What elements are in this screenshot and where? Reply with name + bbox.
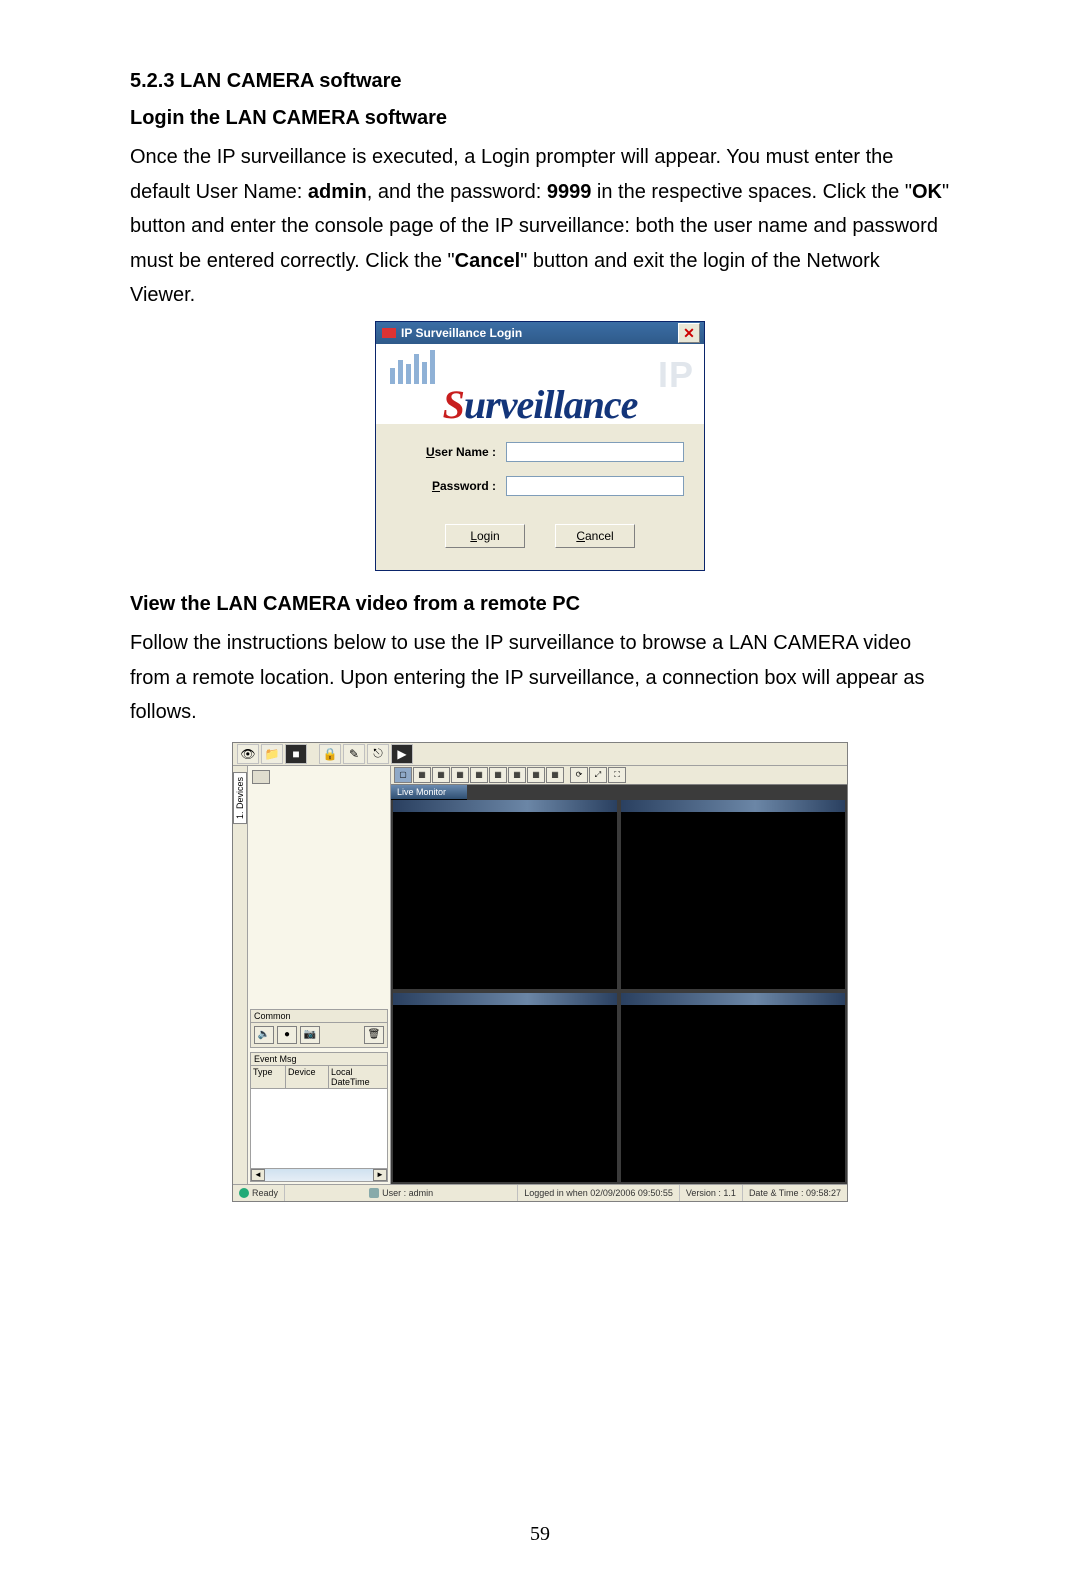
main-pane: ▢ ▦ ▦ ▦ ▦ ▦ ▦ ▦ ▦ ⟳ ⤢ ⛶ Live Monit: [391, 766, 847, 1184]
username-label: User Name :: [396, 445, 506, 459]
toolbar-tools-icon[interactable]: ✎: [343, 744, 365, 764]
layout-bar: ▢ ▦ ▦ ▦ ▦ ▦ ▦ ▦ ▦ ⟳ ⤢ ⛶: [391, 766, 847, 785]
event-msg-scrollbar[interactable]: ◄ ►: [251, 1168, 387, 1181]
banner-text: Surveillance: [443, 381, 638, 424]
side-tab[interactable]: 1. Devices: [233, 766, 248, 1184]
toolbar-logout-icon[interactable]: ⎋: [367, 744, 389, 764]
close-icon[interactable]: ✕: [678, 323, 700, 343]
cancel-button[interactable]: Cancel: [555, 524, 635, 548]
video-grid: [391, 800, 847, 1184]
ip-surveillance-app: 👁 📁 ■ 🔒 ✎ ⎋ ▶ 1. Devices Common: [232, 742, 848, 1202]
subheading-login: Login the LAN CAMERA software: [130, 107, 950, 130]
status-ready-icon: [239, 1188, 249, 1198]
video-cell-3[interactable]: [393, 993, 617, 1182]
titlebar-title: IP Surveillance Login: [401, 326, 678, 340]
common-record-icon[interactable]: ●: [277, 1026, 297, 1044]
event-msg-header: Type Device Local DateTime: [251, 1066, 387, 1089]
layout-1x1-icon[interactable]: ▢: [394, 767, 412, 783]
login-button[interactable]: Login: [445, 524, 525, 548]
statusbar: Ready User : admin Logged in when 02/09/…: [233, 1184, 847, 1201]
subheading-view-remote: View the LAN CAMERA video from a remote …: [130, 593, 950, 616]
layout-6-icon[interactable]: ▦: [470, 767, 488, 783]
video-cell-1[interactable]: [393, 800, 617, 989]
layout-full-icon[interactable]: ⛶: [608, 767, 626, 783]
layout-16-icon[interactable]: ▦: [546, 767, 564, 783]
layout-3x3-icon[interactable]: ▦: [432, 767, 450, 783]
layout-seq-icon[interactable]: ⟳: [570, 767, 588, 783]
banner-text-red: S: [443, 382, 464, 424]
banner-text-blue: urveillance: [464, 382, 637, 424]
user-icon: [369, 1188, 379, 1198]
app-icon: [382, 328, 396, 338]
para-view-instructions: Follow the instructions below to use the…: [130, 626, 950, 730]
layout-13-icon[interactable]: ▦: [527, 767, 545, 783]
text: in the respective spaces. Click the ": [591, 181, 912, 203]
toolbar-camera-icon[interactable]: ■: [285, 744, 307, 764]
col-localdatetime[interactable]: Local DateTime: [329, 1066, 387, 1088]
toolbar-eye-icon[interactable]: 👁: [237, 744, 259, 764]
status-logged-in: Logged in when 02/09/2006 09:50:55: [518, 1185, 680, 1201]
video-cell-titlebar: [621, 800, 845, 813]
section-heading-523: 5.2.3 LAN CAMERA software: [130, 70, 950, 93]
username-input[interactable]: [506, 442, 684, 462]
app-toolbar: 👁 📁 ■ 🔒 ✎ ⎋ ▶: [233, 743, 847, 766]
video-cell-4[interactable]: [621, 993, 845, 1182]
titlebar: IP Surveillance Login ✕: [376, 322, 704, 344]
video-cell-titlebar: [621, 993, 845, 1006]
col-device[interactable]: Device: [286, 1066, 329, 1088]
page-number: 59: [0, 1523, 1080, 1546]
layout-8-icon[interactable]: ▦: [489, 767, 507, 783]
para-login-instructions: Once the IP surveillance is executed, a …: [130, 140, 950, 313]
status-version: Version : 1.1: [680, 1185, 743, 1201]
text-bold-admin: admin: [308, 181, 367, 203]
device-icon: [252, 770, 270, 784]
text-bold-cancel: Cancel: [455, 250, 521, 272]
password-input[interactable]: [506, 476, 684, 496]
password-label: Password :: [396, 479, 506, 493]
layout-zoom-icon[interactable]: ⤢: [589, 767, 607, 783]
event-msg-title: Event Msg: [251, 1053, 387, 1066]
status-datetime: Date & Time : 09:58:27: [743, 1185, 847, 1201]
video-cell-2[interactable]: [621, 800, 845, 989]
status-ready: Ready: [233, 1185, 285, 1201]
left-pane: Common 🔈 ● 📷 🗑 Event Msg Type: [248, 766, 391, 1184]
layout-2x2-icon[interactable]: ▦: [413, 767, 431, 783]
common-speaker-icon[interactable]: 🔈: [254, 1026, 274, 1044]
video-cell-titlebar: [393, 993, 617, 1006]
text-bold-9999: 9999: [547, 181, 592, 203]
layout-9-icon[interactable]: ▦: [508, 767, 526, 783]
toolbar-exit-icon[interactable]: ▶: [391, 744, 413, 764]
login-dialog: IP Surveillance Login ✕ IP Surveillance …: [375, 321, 705, 571]
text-bold-ok: OK: [912, 181, 942, 203]
common-delete-icon[interactable]: 🗑: [364, 1026, 384, 1044]
scroll-track[interactable]: [265, 1169, 373, 1181]
banner-ip-text: IP: [658, 354, 694, 396]
status-user: User : admin: [285, 1185, 518, 1201]
event-msg-panel: Event Msg Type Device Local DateTime ◄ ►: [250, 1052, 388, 1182]
toolbar-lock-icon[interactable]: 🔒: [319, 744, 341, 764]
event-msg-list[interactable]: [251, 1089, 387, 1168]
device-tree[interactable]: [248, 766, 390, 1007]
scroll-right-icon[interactable]: ►: [373, 1169, 387, 1181]
login-banner: IP Surveillance: [376, 344, 704, 424]
col-type[interactable]: Type: [251, 1066, 286, 1088]
toolbar-folder-icon[interactable]: 📁: [261, 744, 283, 764]
layout-4x4-icon[interactable]: ▦: [451, 767, 469, 783]
side-tab-label: 1. Devices: [233, 772, 247, 824]
banner-bars-icon: [390, 350, 435, 384]
common-panel: Common 🔈 ● 📷 🗑: [250, 1009, 388, 1048]
live-monitor-tab[interactable]: Live Monitor: [391, 785, 467, 800]
scroll-left-icon[interactable]: ◄: [251, 1169, 265, 1181]
common-title: Common: [251, 1010, 387, 1023]
video-cell-titlebar: [393, 800, 617, 813]
common-snapshot-icon[interactable]: 📷: [300, 1026, 320, 1044]
text: , and the password:: [367, 181, 547, 203]
